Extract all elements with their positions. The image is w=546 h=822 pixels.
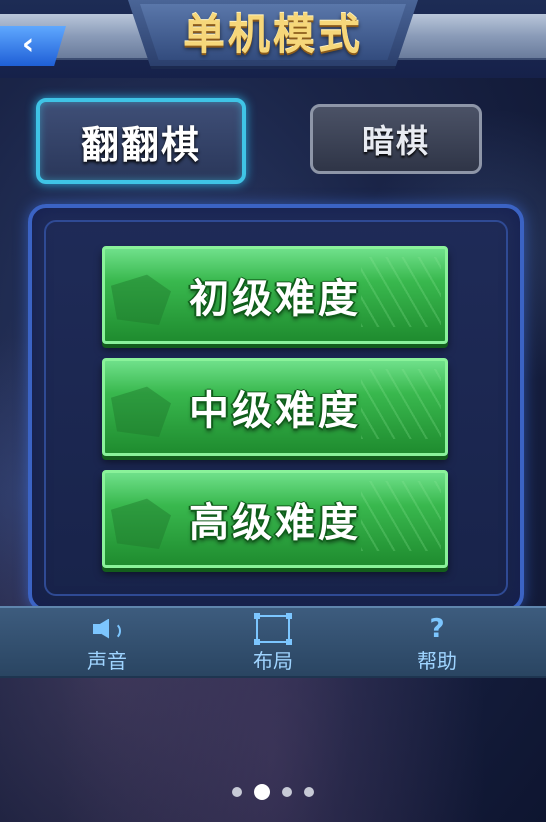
help-button[interactable]: ? 帮助 (382, 614, 492, 674)
sound-label: 声音 (87, 649, 127, 673)
page-dot[interactable] (282, 787, 292, 797)
header: 单机模式 ‹ (0, 0, 546, 78)
page-dot[interactable] (254, 784, 270, 800)
help-icon: ? (429, 614, 444, 643)
layout-button[interactable]: 布局 (218, 612, 328, 674)
page-title: 单机模式 (182, 9, 363, 59)
difficulty-panel: 初级难度 中级难度 高级难度 (28, 204, 524, 612)
chevron-left-icon: ‹ (21, 26, 35, 62)
back-button[interactable]: ‹ (0, 26, 66, 66)
hard-difficulty-button[interactable]: 高级难度 (102, 470, 448, 568)
easy-difficulty-button[interactable]: 初级难度 (102, 246, 448, 344)
medium-difficulty-label: 中级难度 (189, 388, 361, 434)
tab-anqi[interactable]: 暗棋 (310, 104, 482, 174)
help-label: 帮助 (417, 649, 457, 673)
layout-icon (254, 612, 292, 645)
layout-label: 布局 (253, 649, 293, 673)
easy-difficulty-label: 初级难度 (189, 276, 361, 322)
question-mark-glyph: ? (429, 613, 445, 644)
medium-difficulty-button[interactable]: 中级难度 (102, 358, 448, 456)
page-indicator (0, 782, 546, 802)
bottom-toolbar: 声音 布局 ? 帮助 (0, 606, 546, 678)
tab-fanfanqi[interactable]: 翻翻棋 (36, 98, 246, 184)
sound-button[interactable]: 声音 (52, 614, 162, 674)
page-dot[interactable] (232, 787, 242, 797)
speaker-icon (93, 614, 121, 643)
page-dot[interactable] (304, 787, 314, 797)
hard-difficulty-label: 高级难度 (189, 500, 361, 546)
